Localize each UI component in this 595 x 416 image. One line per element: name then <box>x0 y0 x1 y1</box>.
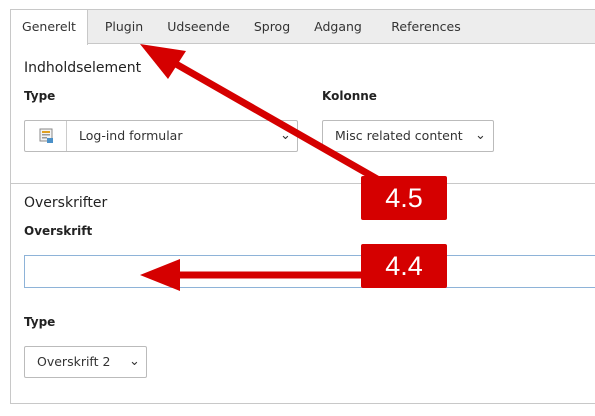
header-input[interactable] <box>24 255 595 288</box>
annotation-badge-4-4: 4.4 <box>361 244 447 288</box>
tab-bar: Generelt Plugin Udseende Sprog Adgang Re… <box>10 10 595 45</box>
tab-generelt[interactable]: Generelt <box>10 10 88 45</box>
column-label: Kolonne <box>322 89 377 103</box>
content-element-section-title: Indholdselement <box>24 60 142 76</box>
editor-panel: Generelt Plugin Udseende Sprog Adgang Re… <box>10 9 595 404</box>
column-value: Misc related content <box>335 128 463 143</box>
tab-plugin[interactable]: Plugin <box>95 10 153 44</box>
headers-section-title: Overskrifter <box>24 195 108 211</box>
header-label: Overskrift <box>24 224 93 238</box>
header-type-label: Type <box>24 315 56 329</box>
tab-sprog[interactable]: Sprog <box>246 10 298 44</box>
header-type-value: Overskrift 2 <box>37 354 111 369</box>
type-label: Type <box>24 89 56 103</box>
chevron-down-icon: ⌄ <box>129 354 140 369</box>
content-type-icon-box <box>25 121 67 151</box>
tab-references[interactable]: References <box>381 10 471 44</box>
chevron-down-icon: ⌄ <box>280 128 291 143</box>
header-type-select[interactable]: Overskrift 2 ⌄ <box>24 346 147 378</box>
section-divider <box>11 183 595 184</box>
chevron-down-icon: ⌄ <box>475 128 486 143</box>
content-type-value: Log-ind formular <box>79 128 183 143</box>
login-form-icon <box>39 128 53 143</box>
annotation-badge-4-5: 4.5 <box>361 176 447 220</box>
tab-adgang[interactable]: Adgang <box>308 10 368 44</box>
content-type-select[interactable]: Log-ind formular ⌄ <box>24 120 298 152</box>
tab-udseende[interactable]: Udseende <box>161 10 236 44</box>
column-select[interactable]: Misc related content ⌄ <box>322 120 494 152</box>
